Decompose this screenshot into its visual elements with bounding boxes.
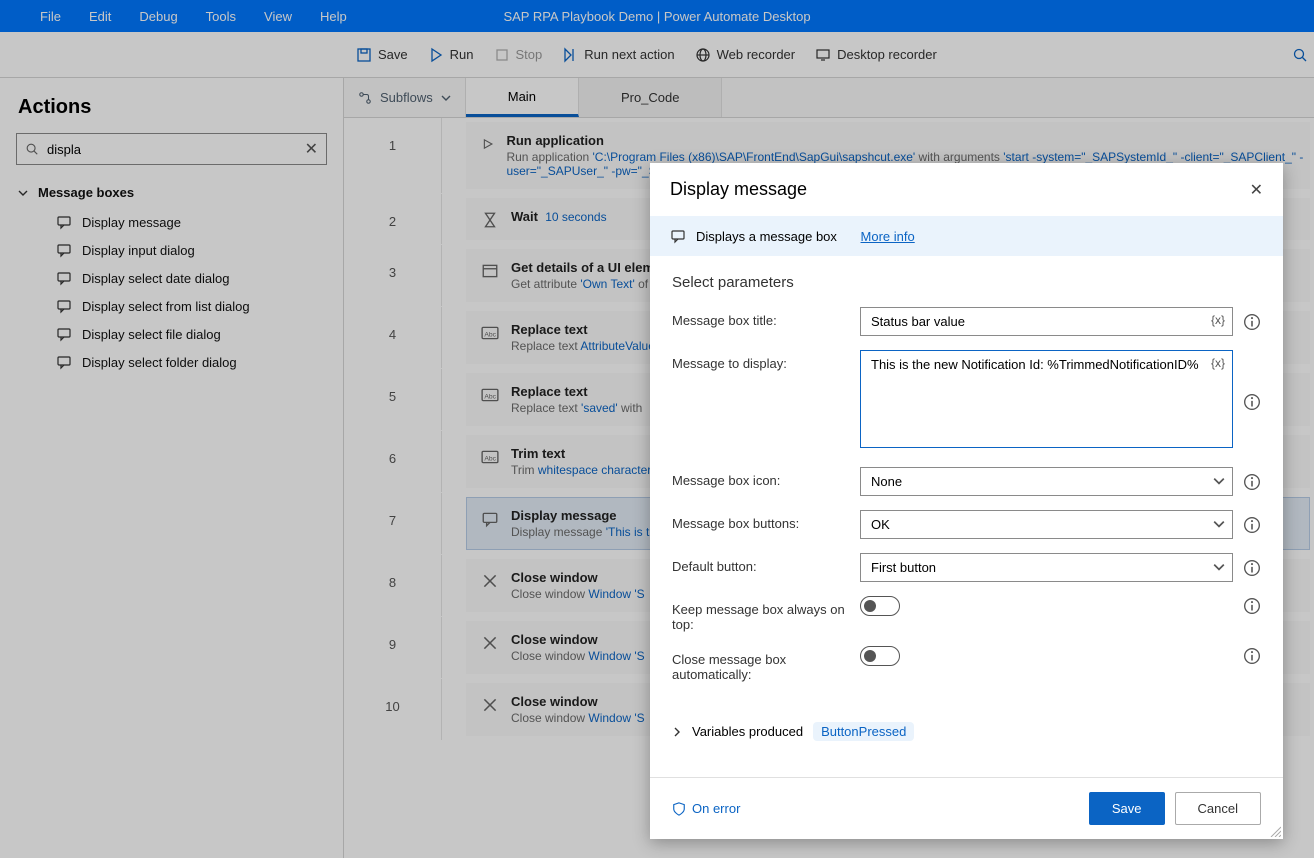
fx-icon[interactable]: {x}	[1211, 356, 1225, 370]
dialog-display-message: Display message ✕ Displays a message box…	[650, 163, 1283, 839]
info-icon[interactable]	[1243, 559, 1261, 577]
resize-handle-icon[interactable]	[1269, 825, 1281, 837]
vars-label: Variables produced	[692, 724, 803, 739]
info-icon[interactable]	[1243, 393, 1261, 411]
info-icon[interactable]	[1243, 313, 1261, 331]
default-button-select[interactable]: First button	[860, 553, 1233, 582]
title-label: Message box title:	[672, 307, 860, 328]
on-error-label: On error	[692, 801, 740, 816]
buttons-label: Message box buttons:	[672, 510, 860, 531]
message-box-icon-select[interactable]: None	[860, 467, 1233, 496]
auto-close-toggle[interactable]	[860, 646, 900, 666]
chevron-right-icon	[672, 727, 682, 737]
variables-produced[interactable]: Variables produced ButtonPressed	[650, 704, 1283, 759]
info-icon[interactable]	[1243, 516, 1261, 534]
always-on-top-toggle[interactable]	[860, 596, 900, 616]
more-info-link[interactable]: More info	[861, 229, 915, 244]
message-icon	[670, 228, 686, 244]
message-box-buttons-select[interactable]: OK	[860, 510, 1233, 539]
fx-icon[interactable]: {x}	[1211, 313, 1225, 327]
message-label: Message to display:	[672, 350, 860, 371]
auto-close-label: Close message box automatically:	[672, 646, 860, 682]
dialog-title: Display message	[670, 179, 807, 200]
close-icon[interactable]: ✕	[1250, 180, 1263, 200]
save-button[interactable]: Save	[1089, 792, 1165, 825]
on-error-button[interactable]: On error	[672, 801, 740, 816]
cancel-button[interactable]: Cancel	[1175, 792, 1261, 825]
always-top-label: Keep message box always on top:	[672, 596, 860, 632]
shield-icon	[672, 802, 686, 816]
message-box-title-input[interactable]	[860, 307, 1233, 336]
icon-label: Message box icon:	[672, 467, 860, 488]
info-icon[interactable]	[1243, 473, 1261, 491]
variable-pill[interactable]: ButtonPressed	[813, 722, 914, 741]
info-icon[interactable]	[1243, 597, 1261, 615]
dialog-info: Displays a message box More info	[650, 216, 1283, 256]
default-button-label: Default button:	[672, 553, 860, 574]
dialog-section-title: Select parameters	[650, 256, 1283, 299]
dialog-info-text: Displays a message box	[696, 229, 837, 244]
info-icon[interactable]	[1243, 647, 1261, 665]
message-to-display-input[interactable]	[860, 350, 1233, 448]
